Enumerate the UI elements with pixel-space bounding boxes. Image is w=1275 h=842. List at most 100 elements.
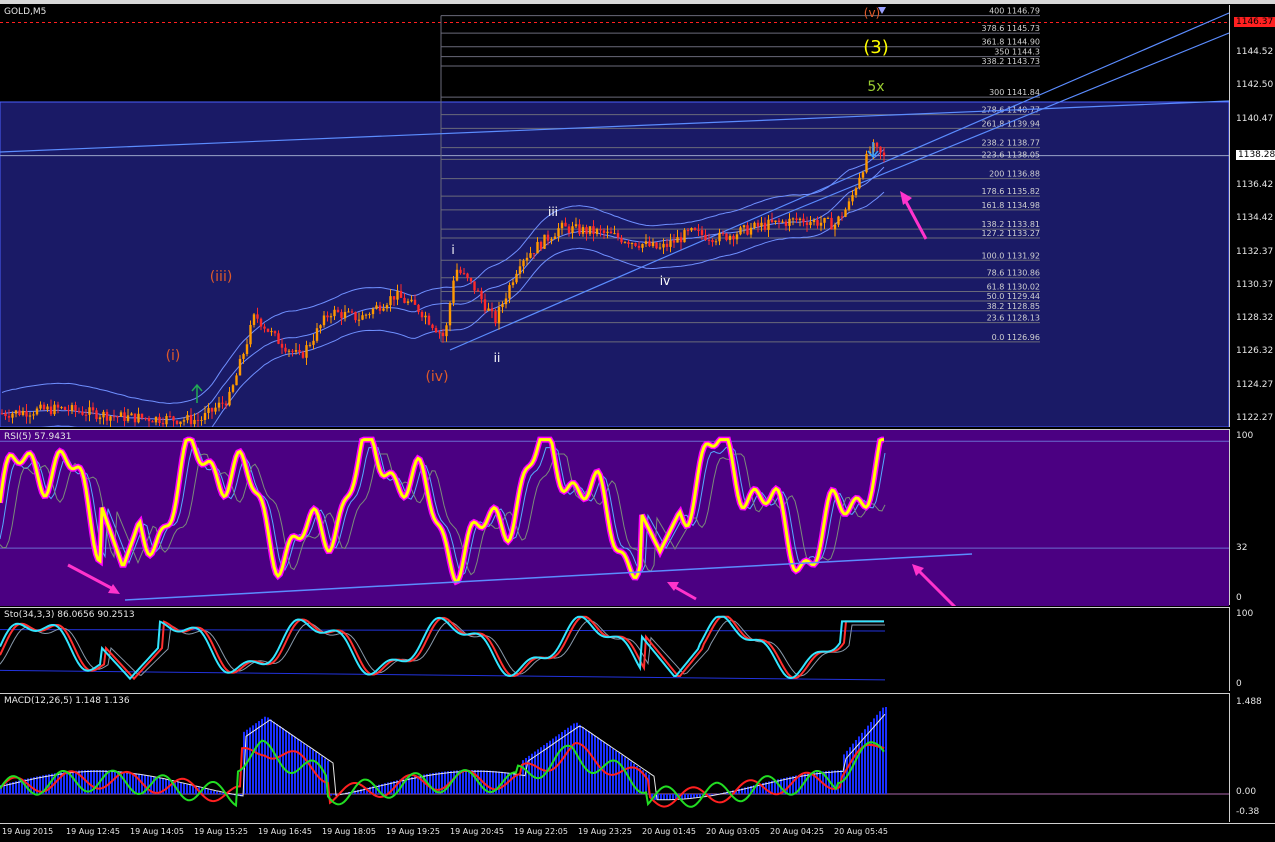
candle-body <box>816 220 819 226</box>
macd-histogram-bar <box>57 772 59 794</box>
macd-histogram-bar <box>561 732 563 794</box>
macd-histogram-bar <box>564 729 566 794</box>
candle-body <box>515 273 518 283</box>
fib-level-label: 138.2 1133.81 <box>981 220 1040 229</box>
rsi-indicator-pane[interactable]: RSI(5) 57.9431 <box>0 429 1229 606</box>
candle-body <box>599 229 602 231</box>
candle-body <box>581 227 585 234</box>
candle-body <box>578 224 581 234</box>
macd-histogram-bar <box>870 722 872 794</box>
rsi-axis-0: 0 <box>1236 593 1242 603</box>
time-axis-label: 19 Aug 23:25 <box>578 827 632 836</box>
candle-body <box>179 421 182 425</box>
candle-body <box>539 241 543 249</box>
candle-body <box>88 407 91 415</box>
candle-body <box>858 177 861 189</box>
candle-body <box>175 420 179 425</box>
candle-body <box>21 410 25 416</box>
candle-body <box>609 231 613 234</box>
macd-histogram-bar <box>270 719 272 794</box>
candle-body <box>480 290 483 300</box>
candle-body <box>763 222 767 230</box>
candle-body <box>823 217 826 223</box>
candle-body <box>259 318 263 327</box>
rsi-axis-100: 100 <box>1236 431 1254 441</box>
candle-body <box>207 407 210 414</box>
macd-histogram-bar <box>282 728 284 794</box>
macd-histogram-bar <box>318 754 320 794</box>
macd-histogram-bar <box>27 778 29 794</box>
wave-label-3: (3) <box>863 37 889 58</box>
candle-body <box>67 409 70 411</box>
candle-body <box>819 222 823 226</box>
time-axis-label: 19 Aug 15:25 <box>194 827 248 836</box>
wave-label-iv: iv <box>660 274 670 288</box>
candle-body <box>130 413 133 416</box>
candle-body <box>704 234 707 240</box>
sto-slow-line <box>0 620 885 677</box>
candle-body <box>522 260 525 267</box>
stochastic-indicator-pane[interactable]: Sto(34,3,3) 86.0656 90.2513 <box>0 607 1229 692</box>
sto-level-80 <box>0 629 886 632</box>
candle-body <box>655 242 658 249</box>
candle-body <box>742 225 746 228</box>
candle-body <box>637 245 641 248</box>
fib-level-label: 61.8 1130.02 <box>987 283 1040 292</box>
fib-level-label: 23.6 1128.13 <box>987 314 1040 323</box>
macd-canvas <box>0 707 1229 808</box>
macd-histogram-bar <box>588 731 590 794</box>
candle-body <box>298 350 301 353</box>
candle-body <box>504 298 508 305</box>
time-axis[interactable]: 19 Aug 2015 19 Aug 12:45 19 Aug 14:05 19 Au… <box>0 823 1275 842</box>
candle-body <box>221 402 224 404</box>
macd-histogram-bar <box>285 730 287 794</box>
fib-level-label: 50.0 1129.44 <box>987 292 1040 301</box>
candle-body <box>340 312 343 319</box>
candle-body <box>865 153 868 173</box>
macd-histogram-bar <box>321 756 323 794</box>
macd-histogram-bar <box>660 794 662 800</box>
candle-body <box>543 234 546 249</box>
candle-body <box>256 314 259 319</box>
candle-body <box>700 230 704 235</box>
candle-body <box>200 419 203 421</box>
candle-body <box>788 218 791 226</box>
candle-body <box>144 417 147 419</box>
price-axis-label: 1138.28 <box>1236 149 1275 160</box>
price-axis-label: 1122.27 <box>1236 413 1274 423</box>
candle-body <box>109 416 112 421</box>
candle-body <box>252 314 256 325</box>
candle-body <box>63 407 67 410</box>
candle-body <box>161 422 165 425</box>
candle-body <box>840 216 844 218</box>
candle-body <box>459 269 462 274</box>
candle-body <box>301 352 305 358</box>
price-axis[interactable]: 1146.37 1144.52 1142.50 1140.47 1138.28 1136.… <box>1229 5 1275 427</box>
candle-body <box>154 416 158 423</box>
fib-level-label: 78.6 1130.86 <box>987 269 1040 278</box>
macd-histogram-bar <box>537 749 539 794</box>
candle-body <box>214 407 217 412</box>
candle-body <box>95 410 98 420</box>
price-axis-label: 1126.32 <box>1236 346 1274 357</box>
candle-body <box>305 345 308 358</box>
candle-body <box>270 331 273 333</box>
wave-label-i: i <box>451 243 454 257</box>
candle-body <box>753 222 756 228</box>
candle-body <box>60 407 63 409</box>
candle-body <box>329 316 333 318</box>
candle-body <box>403 297 406 303</box>
price-chart-pane[interactable]: 400 1146.79 378.6 1145.73 361.8 1144.90 350… <box>0 5 1229 427</box>
macd-histogram-bar <box>510 773 512 794</box>
time-axis-label: 20 Aug 01:45 <box>642 827 696 836</box>
macd-histogram-bar <box>303 743 305 794</box>
candle-body <box>137 413 140 423</box>
candle-body <box>235 375 238 386</box>
price-axis-label: 1144.52 <box>1236 46 1274 57</box>
fib-level-label: 400 1146.79 <box>989 7 1040 16</box>
macd-histogram-bar <box>696 794 698 798</box>
macd-indicator-pane[interactable]: MACD(12,26,5) 1.148 1.136 <box>0 693 1229 823</box>
candle-body <box>879 146 882 153</box>
candle-body <box>182 420 186 422</box>
wave-label-iv-paren: (iv) <box>425 369 448 385</box>
